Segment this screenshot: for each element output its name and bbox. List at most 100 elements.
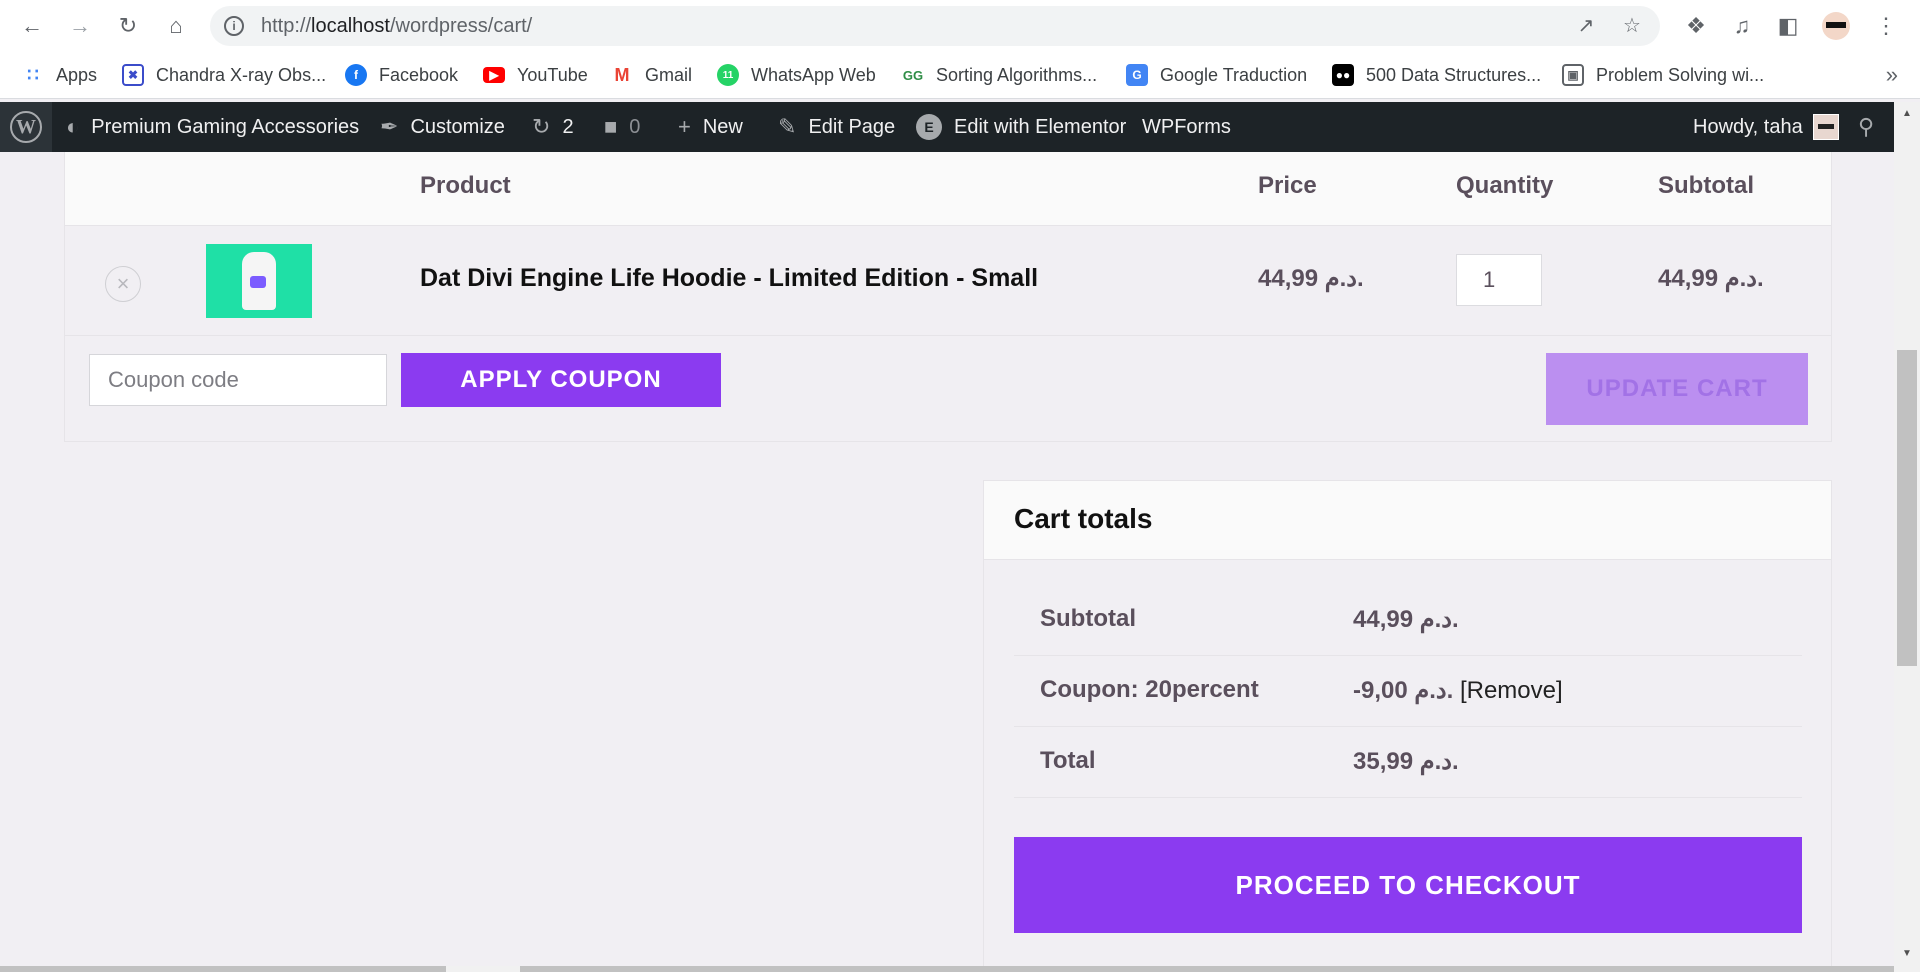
- url-text[interactable]: http://localhost/wordpress/cart/: [261, 15, 532, 38]
- apps-grid-icon: ∷: [27, 64, 39, 85]
- bookmark-label: WhatsApp Web: [751, 64, 876, 85]
- back-arrow-icon[interactable]: ←: [16, 10, 48, 42]
- cart-item-row: × Dat Divi Engine Life Hoodie - Limited …: [65, 226, 1831, 336]
- comments-count: 0: [629, 115, 641, 138]
- url-scheme: http://: [261, 15, 312, 37]
- customize-label: Customize: [410, 115, 505, 138]
- wordpress-logo-menu[interactable]: W: [0, 102, 52, 152]
- updates-refresh-icon: ↻: [532, 114, 551, 139]
- scroll-up-arrow-icon[interactable]: ▲: [1902, 108, 1912, 119]
- header-price: Price: [1258, 172, 1317, 199]
- wordpress-logo-icon: W: [10, 111, 42, 143]
- cart-table-header: Product Price Quantity Subtotal: [65, 152, 1831, 226]
- site-info-icon[interactable]: i: [224, 16, 244, 36]
- bookmark-problem-solving[interactable]: ▣ Problem Solving wi...: [1562, 61, 1764, 89]
- share-icon[interactable]: ↗: [1574, 14, 1598, 38]
- apply-coupon-button[interactable]: APPLY COUPON: [401, 353, 721, 407]
- profile-avatar-icon[interactable]: [1820, 10, 1852, 42]
- vertical-scrollbar[interactable]: ▲ ▼: [1894, 102, 1920, 972]
- horizontal-scrollbar[interactable]: [0, 966, 1894, 972]
- site-name-label: Premium Gaming Accessories: [91, 115, 360, 138]
- browser-menu-icon[interactable]: ⋮: [1870, 10, 1902, 42]
- horizontal-scroll-track: [520, 966, 1894, 972]
- home-icon[interactable]: ⌂: [160, 10, 192, 42]
- extensions-puzzle-icon[interactable]: ❖: [1680, 10, 1712, 42]
- side-panel-icon[interactable]: ◧: [1772, 10, 1804, 42]
- wpforms-label: WPForms: [1142, 115, 1231, 138]
- adminbar-my-account[interactable]: Howdy, taha: [1693, 102, 1839, 152]
- dashboard-gauge-icon: ◐: [66, 114, 80, 139]
- bookmark-label: Sorting Algorithms...: [936, 64, 1098, 85]
- bookmark-sorting-algorithms[interactable]: GG Sorting Algorithms...: [902, 61, 1097, 89]
- star-bookmark-icon[interactable]: ☆: [1620, 14, 1644, 38]
- coupon-value: -9,00 د.م.: [1353, 677, 1454, 704]
- total-value: 35,99 د.م.: [1353, 748, 1459, 775]
- pencil-icon: ✎: [778, 114, 797, 139]
- totals-row-total: Total 35,99 د.م.: [1014, 727, 1802, 798]
- reload-icon[interactable]: ↻: [112, 10, 144, 42]
- whatsapp-icon: 11: [717, 64, 739, 86]
- adminbar-new[interactable]: + New: [678, 102, 743, 152]
- bookmark-facebook[interactable]: f Facebook: [345, 61, 458, 89]
- product-name-link[interactable]: Dat Divi Engine Life Hoodie - Limited Ed…: [420, 264, 1038, 293]
- coupon-code-input[interactable]: [89, 354, 387, 406]
- adminbar-site-name[interactable]: ◐ Premium Gaming Accessories: [66, 102, 359, 152]
- wp-admin-bar: W ◐ Premium Gaming Accessories ✒ Customi…: [0, 102, 1920, 152]
- browser-toolbar: ← → ↻ ⌂ i http://localhost/wordpress/car…: [0, 0, 1920, 52]
- bookmark-label: Facebook: [379, 64, 459, 85]
- adminbar-customize[interactable]: ✒ Customize: [380, 102, 505, 152]
- header-subtotal: Subtotal: [1658, 172, 1754, 199]
- scroll-down-arrow-icon[interactable]: ▼: [1902, 948, 1912, 959]
- new-label: New: [702, 115, 743, 138]
- bookmark-google-traduction[interactable]: G Google Traduction: [1126, 61, 1307, 89]
- vertical-scroll-thumb[interactable]: [1897, 350, 1917, 666]
- paintbrush-icon: ✒: [380, 114, 399, 139]
- more-bookmarks-chevron-icon[interactable]: »: [1886, 62, 1898, 88]
- totals-row-coupon: Coupon: 20percent -9,00 د.م. [Remove]: [1014, 656, 1802, 727]
- edit-page-label: Edit Page: [808, 115, 896, 138]
- product-subtotal: 44,99 د.م.: [1658, 265, 1764, 292]
- adminbar-search[interactable]: ⚲: [1858, 102, 1874, 152]
- bookmark-500-data-structures[interactable]: ●● 500 Data Structures...: [1332, 61, 1541, 89]
- subtotal-value: 44,99 د.م.: [1353, 606, 1459, 633]
- bookmarks-bar: ∷ Apps ✖ Chandra X-ray Obs... f Facebook…: [0, 52, 1920, 99]
- adminbar-updates[interactable]: ↻ 2: [532, 102, 574, 152]
- adminbar-comments[interactable]: ■ 0: [604, 102, 640, 152]
- plus-icon: +: [678, 114, 691, 139]
- address-bar[interactable]: i http://localhost/wordpress/cart/ ↗ ☆: [210, 6, 1660, 46]
- search-icon: ⚲: [1858, 114, 1875, 139]
- totals-row-subtotal: Subtotal 44,99 د.م.: [1014, 585, 1802, 656]
- update-cart-button[interactable]: UPDATE CART: [1546, 353, 1808, 425]
- bookmark-apps[interactable]: ∷ Apps: [22, 61, 97, 89]
- bookmark-label: Problem Solving wi...: [1596, 64, 1765, 85]
- adminbar-edit-page[interactable]: ✎ Edit Page: [778, 102, 895, 152]
- quantity-input[interactable]: [1456, 254, 1542, 306]
- bookmark-label: 500 Data Structures...: [1366, 64, 1542, 85]
- media-control-icon[interactable]: ♫: [1726, 10, 1758, 42]
- bookmark-whatsapp[interactable]: 11 WhatsApp Web: [717, 61, 876, 89]
- edit-elementor-label: Edit with Elementor: [954, 115, 1127, 138]
- user-avatar: [1812, 114, 1839, 140]
- forward-arrow-icon[interactable]: →: [64, 10, 96, 42]
- bookmark-label: Chandra X-ray Obs...: [156, 64, 327, 85]
- cart-totals-panel: Cart totals Subtotal 44,99 د.م. Coupon: …: [983, 480, 1832, 972]
- horizontal-scroll-thumb[interactable]: [0, 966, 446, 972]
- cart-totals-title: Cart totals: [1014, 503, 1153, 534]
- bookmark-label: Gmail: [645, 64, 693, 85]
- bookmark-chandra[interactable]: ✖ Chandra X-ray Obs...: [122, 61, 326, 89]
- chandra-icon: ✖: [122, 64, 144, 86]
- bookmark-gmail[interactable]: M Gmail: [611, 61, 693, 89]
- header-quantity: Quantity: [1456, 172, 1554, 199]
- proceed-to-checkout-button[interactable]: PROCEED TO CHECKOUT: [1014, 837, 1802, 933]
- coupon-label: Coupon: 20percent: [1040, 676, 1259, 703]
- hoodie-image: [234, 252, 284, 310]
- bookmark-youtube[interactable]: ▶ YouTube: [483, 61, 588, 89]
- total-label: Total: [1040, 747, 1096, 774]
- remove-item-icon[interactable]: ×: [105, 266, 141, 302]
- url-host: localhost: [311, 15, 390, 37]
- adminbar-wpforms[interactable]: WPForms: [1142, 102, 1231, 152]
- remove-coupon-link[interactable]: [Remove]: [1460, 677, 1563, 704]
- adminbar-edit-elementor[interactable]: E Edit with Elementor: [916, 102, 1126, 152]
- url-path: /wordpress/cart/: [389, 15, 533, 37]
- product-thumbnail[interactable]: [206, 244, 312, 318]
